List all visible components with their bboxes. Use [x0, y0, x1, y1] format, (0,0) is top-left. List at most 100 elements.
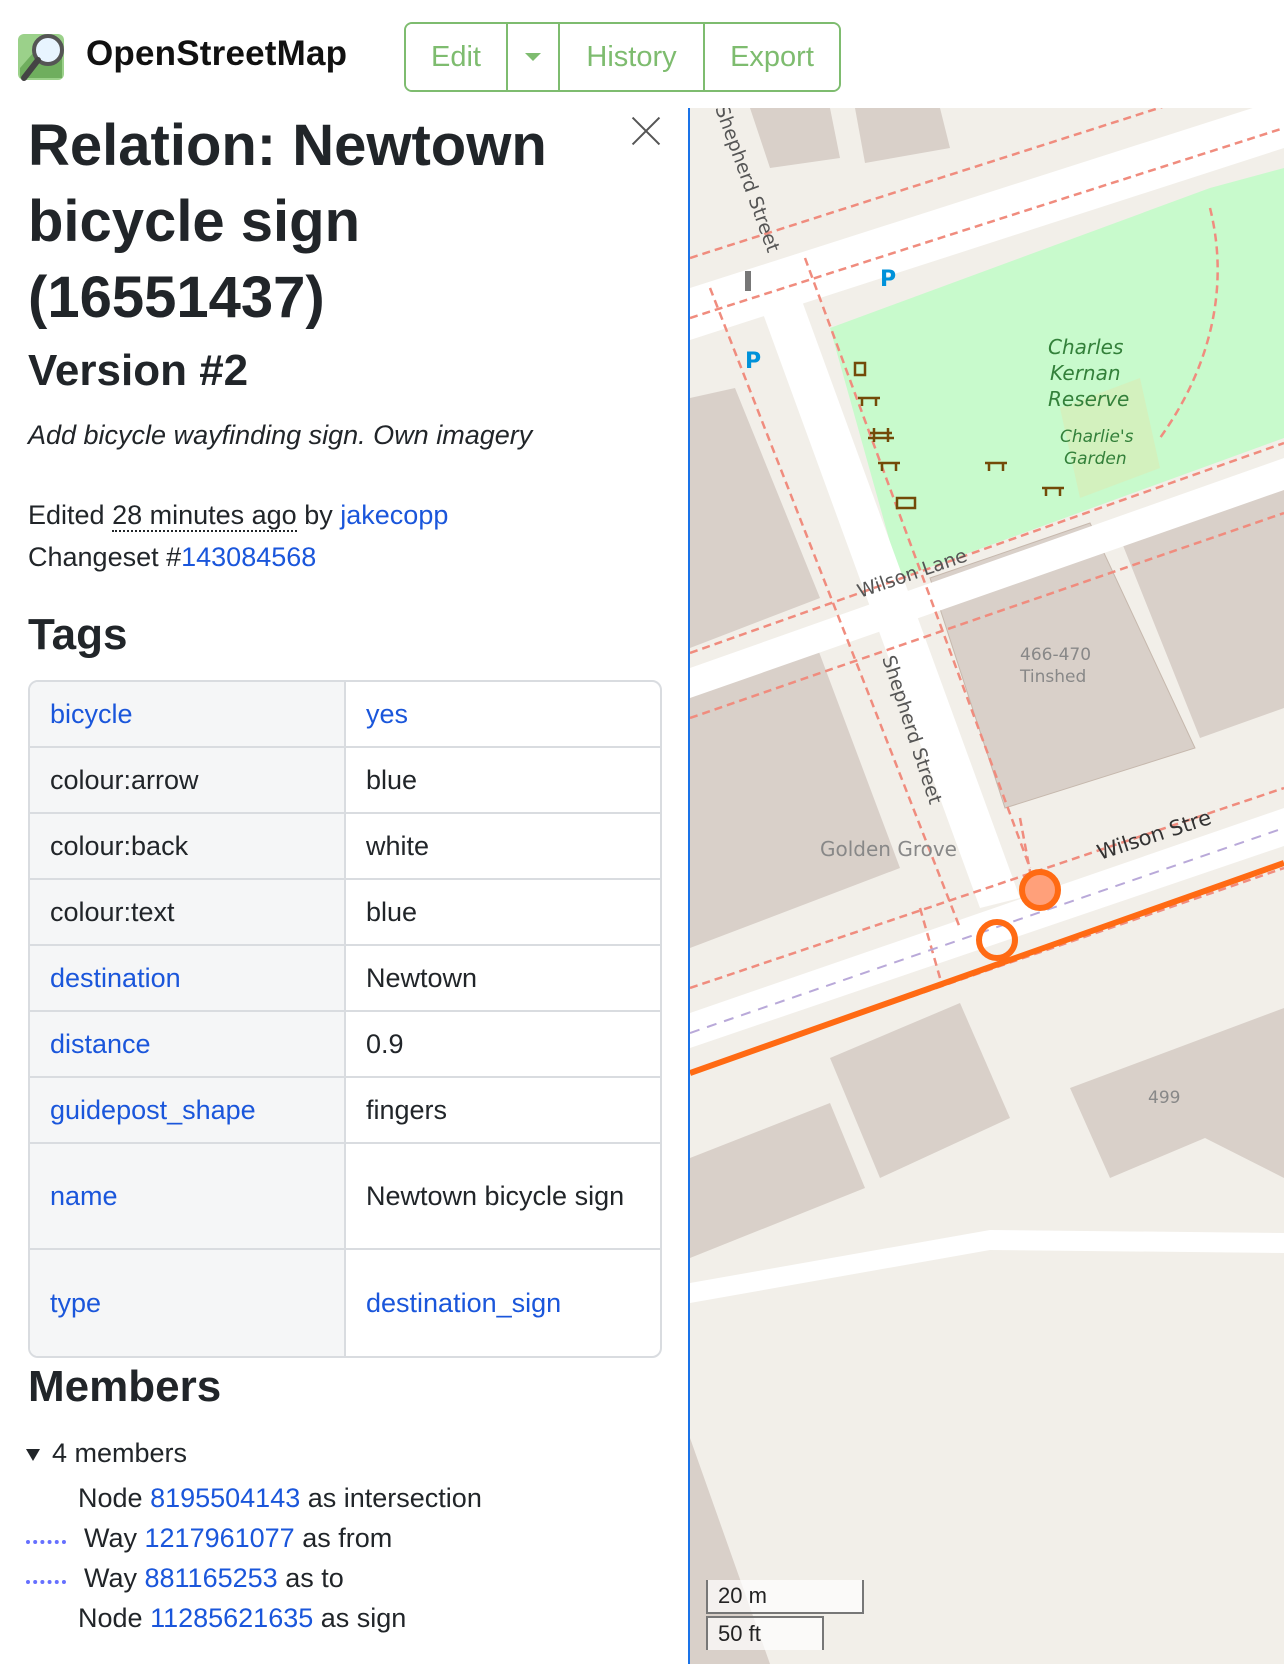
tag-value-text: white: [366, 831, 430, 861]
tag-value-link[interactable]: destination_sign: [366, 1288, 561, 1318]
export-button[interactable]: Export: [705, 24, 839, 90]
changeset-prefix: Changeset #: [28, 542, 182, 572]
tags-table: bicycle yes colour:arrow blue colour:back whi…: [28, 680, 662, 1358]
way-line-icon: [26, 1558, 70, 1598]
tag-key-text: colour:text: [50, 896, 175, 927]
tag-row: name Newtown bicycle sign: [30, 1144, 660, 1250]
tag-key[interactable]: type: [30, 1250, 346, 1356]
edit-button[interactable]: Edit: [406, 24, 508, 90]
tag-key: colour:text: [30, 880, 346, 946]
header: OpenStreetMap Edit History Export: [0, 0, 1284, 108]
tag-value-link[interactable]: yes: [366, 699, 408, 729]
tag-value: blue: [346, 880, 660, 946]
tag-row: type destination_sign: [30, 1250, 660, 1356]
edited-prefix: Edited: [28, 500, 105, 530]
changeset-link[interactable]: 143084568: [181, 542, 316, 572]
tag-key: colour:back: [30, 814, 346, 880]
tag-value[interactable]: destination_sign: [346, 1250, 660, 1356]
tag-row: distance 0.9: [30, 1012, 660, 1078]
member-type: Way: [84, 1523, 137, 1553]
changeset-line: Changeset #143084568: [28, 536, 316, 578]
tag-key-text: colour:arrow: [50, 764, 199, 795]
scale-metric: 20 m: [706, 1580, 864, 1614]
disclosure-triangle-icon: [26, 1448, 40, 1461]
map[interactable]: P P Shepherd Street Shepherd Street Wils…: [690, 108, 1284, 1664]
tag-key-text: colour:back: [50, 830, 189, 861]
bicycle-parking-icon: P: [745, 349, 761, 374]
tag-value-text: Newtown bicycle sign: [366, 1181, 625, 1211]
tag-row: colour:arrow blue: [30, 748, 660, 814]
tag-key-link[interactable]: guidepost_shape: [50, 1095, 256, 1125]
bollard-icon: [745, 271, 751, 291]
map-label-garden-2: Garden: [1064, 449, 1127, 469]
member-item: Way 1217961077 as from: [26, 1518, 392, 1558]
member-role: as sign: [320, 1603, 407, 1633]
member-type: Way: [84, 1563, 137, 1593]
member-link[interactable]: 11285621635: [150, 1603, 313, 1633]
tag-value-text: 0.9: [366, 1029, 404, 1059]
close-icon[interactable]: [624, 108, 668, 152]
tag-value-text: blue: [366, 765, 418, 795]
brand-title[interactable]: OpenStreetMap: [86, 34, 347, 74]
history-button[interactable]: History: [560, 24, 705, 90]
map-label-building-499: 499: [1148, 1088, 1180, 1108]
tag-row: colour:back white: [30, 814, 660, 880]
page-title: Relation: Newtown bicycle sign (16551437…: [28, 113, 547, 330]
road: [690, 1230, 1284, 1303]
tag-key[interactable]: destination: [30, 946, 346, 1012]
tag-key-link[interactable]: destination: [50, 963, 181, 993]
map-label-park-1: Charles: [1048, 335, 1123, 359]
tags-heading: Tags: [28, 610, 128, 659]
tag-value: Newtown bicycle sign: [346, 1144, 660, 1250]
map-label-park-3: Reserve: [1048, 387, 1129, 411]
tag-key[interactable]: guidepost_shape: [30, 1078, 346, 1144]
tag-key-link[interactable]: name: [50, 1181, 118, 1211]
member-link[interactable]: 1217961077: [145, 1523, 295, 1553]
map-label-building-2: Tinshed: [1019, 667, 1086, 687]
map-label-golden-grove: Golden Grove: [820, 837, 957, 861]
member-type: Node: [78, 1483, 143, 1513]
tag-key[interactable]: bicycle: [30, 682, 346, 748]
building: [750, 108, 840, 168]
scale-imperial: 50 ft: [706, 1616, 824, 1650]
header-button-group: Edit History Export: [404, 22, 841, 92]
sidebar: Relation: Newtown bicycle sign (16551437…: [0, 108, 690, 1664]
edited-time: 28 minutes ago: [112, 500, 297, 532]
tag-row: destination Newtown: [30, 946, 660, 1012]
member-type: Node: [78, 1603, 143, 1633]
tag-value-text: Newtown: [366, 963, 478, 993]
edited-line: Edited 28 minutes ago by jakecopp: [28, 494, 448, 536]
tag-key[interactable]: distance: [30, 1012, 346, 1078]
user-link[interactable]: jakecopp: [340, 500, 448, 530]
tag-key-link[interactable]: type: [50, 1288, 101, 1318]
tag-key[interactable]: name: [30, 1144, 346, 1250]
version-heading: Version #2: [28, 346, 249, 395]
tag-value: Newtown: [346, 946, 660, 1012]
member-item: Node 8195504143 as intersection: [26, 1478, 482, 1518]
edit-dropdown-button[interactable]: [508, 24, 560, 90]
tag-value: white: [346, 814, 660, 880]
member-role: as to: [285, 1563, 344, 1593]
building: [690, 1103, 865, 1258]
tag-value-text: blue: [366, 897, 418, 927]
tag-key-link[interactable]: distance: [50, 1029, 151, 1059]
member-role: as from: [302, 1523, 393, 1553]
map-label-garden-1: Charlie's: [1060, 427, 1134, 447]
member-role: as intersection: [307, 1483, 482, 1513]
member-link[interactable]: 881165253: [145, 1563, 278, 1593]
member-item: Way 881165253 as to: [26, 1558, 344, 1598]
tag-value: blue: [346, 748, 660, 814]
map-scale: 20 m 50 ft: [706, 1580, 866, 1652]
tag-key: colour:arrow: [30, 748, 346, 814]
member-link[interactable]: 8195504143: [150, 1483, 300, 1513]
osm-logo-icon[interactable]: [16, 28, 74, 86]
edited-by: by: [304, 500, 333, 530]
map-label-park-2: Kernan: [1050, 361, 1121, 385]
tag-row: bicycle yes: [30, 682, 660, 748]
way-line-icon: [26, 1518, 70, 1558]
member-item: Node 11285621635 as sign: [26, 1598, 406, 1638]
tag-key-link[interactable]: bicycle: [50, 699, 133, 729]
relation-node-marker: [1019, 869, 1061, 911]
tag-value[interactable]: yes: [346, 682, 660, 748]
members-toggle[interactable]: 4 members: [26, 1438, 187, 1469]
